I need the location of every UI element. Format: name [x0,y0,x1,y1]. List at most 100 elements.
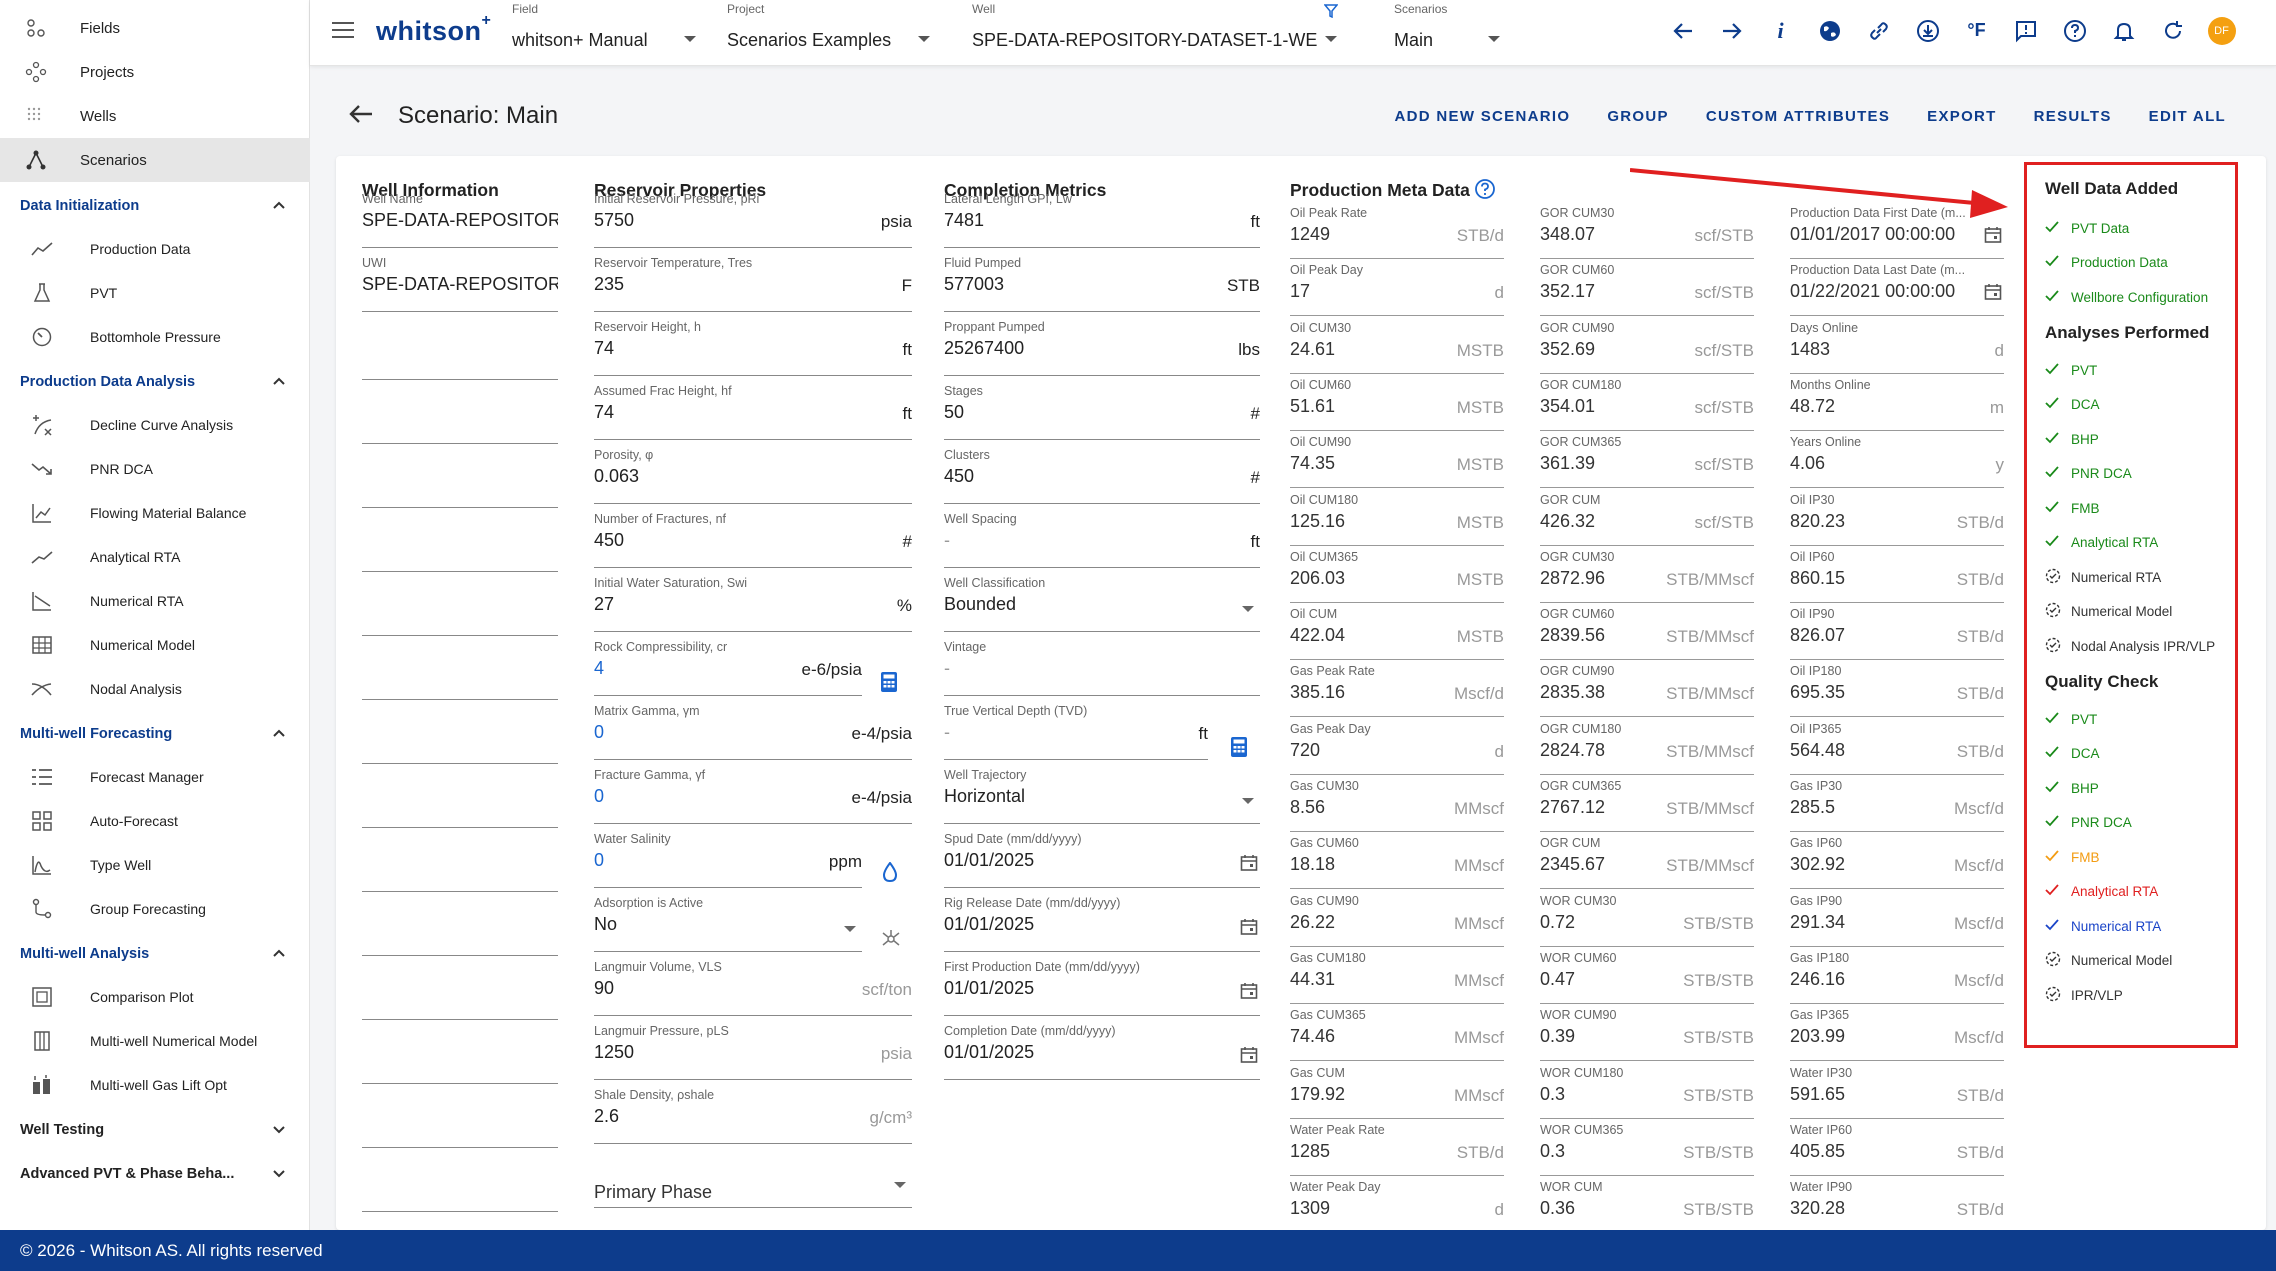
avatar[interactable]: DF [2207,16,2236,45]
meta-field[interactable]: GOR CUM365 361.39 scf/STB [1540,431,1754,489]
meta-field[interactable]: GOR CUM 426.32 scf/STB [1540,489,1754,546]
feedback-icon[interactable] [2011,16,2040,45]
meta-field[interactable]: Water IP60 405.85 STB/d [1790,1119,2004,1176]
field-sub-field[interactable] [362,574,558,636]
meta-field[interactable]: Gas CUM30 8.56 MMscf [1290,775,1504,832]
field-fluid-pumped[interactable]: Fluid Pumped 577003 STB [944,250,1260,312]
calendar-icon[interactable] [1984,283,2002,306]
meta-field[interactable]: Water Peak Rate 1285 STB/d [1290,1119,1504,1176]
meta-field[interactable]: Oil IP90 826.07 STB/d [1790,603,2004,661]
sidebar-section-production-data-analysis[interactable]: Production Data Analysis [0,362,310,402]
sidebar-item-analytical-rta[interactable]: Analytical RTA [0,535,310,579]
calculator-icon[interactable] [880,671,898,698]
meta-field[interactable]: Production Data Last Date (m... 01/22/202… [1790,259,2004,317]
meta-field[interactable]: Water IP90 320.28 STB/d [1790,1176,2004,1230]
water-drop-icon[interactable] [882,861,898,887]
meta-field[interactable]: Years Online 4.06 y [1790,431,2004,489]
sidebar-section-multi-well-forecasting[interactable]: Multi-well Forecasting [0,714,310,754]
meta-field[interactable]: Gas CUM90 26.22 MMscf [1290,890,1504,947]
field-fracture-gamma-f[interactable]: Fracture Gamma, γf 0 e-4/psia [594,762,912,824]
chevron-down-icon[interactable] [894,1182,906,1188]
meta-field[interactable]: OGR CUM30 2872.96 STB/MMscf [1540,546,1754,603]
sidebar-item-bottomhole-pressure[interactable]: Bottomhole Pressure [0,315,310,359]
field-primary-phase[interactable]: Primary Phase [594,1146,912,1208]
add-new-scenario-button[interactable]: ADD NEW SCENARIO [1395,108,1571,125]
meta-field[interactable]: Water IP30 591.65 STB/d [1790,1062,2004,1119]
meta-field[interactable]: WOR CUM180 0.3 STB/STB [1540,1062,1754,1119]
field-lateral-length-gpi-lw[interactable]: Lateral Length GPI, Lw 7481 ft [944,186,1260,248]
calendar-icon[interactable] [1984,226,2002,249]
field-assumed-frac-height-hf[interactable]: Assumed Frac Height, hf 74 ft [594,378,912,440]
meta-field[interactable]: Gas IP180 246.16 Mscf/d [1790,947,2004,1004]
field-porosity[interactable]: Porosity, φ 0.063 [594,442,912,504]
meta-field[interactable]: WOR CUM365 0.3 STB/STB [1540,1119,1754,1176]
meta-field[interactable]: WOR CUM90 0.39 STB/STB [1540,1004,1754,1062]
meta-field[interactable]: Oil IP365 564.48 STB/d [1790,718,2004,775]
sidebar-item-fields[interactable]: Fields [0,6,310,50]
field-spud-date-mm-dd-yyyy[interactable]: Spud Date (mm/dd/yyyy) 01/01/2025 [944,826,1260,888]
sidebar-item-comparison-plot[interactable]: Comparison Plot [0,975,310,1019]
sidebar-item-numerical-rta[interactable]: Numerical RTA [0,579,310,623]
sidebar-item-production-data[interactable]: Production Data [0,227,310,271]
well-name-field[interactable]: Well Name SPE-DATA-REPOSITORY-DATASET-1-W… [362,186,558,248]
meta-field[interactable]: OGR CUM365 2767.12 STB/MMscf [1540,775,1754,832]
sidebar-item-forecast-manager[interactable]: Forecast Manager [0,755,310,799]
meta-field[interactable]: Oil CUM90 74.35 MSTB [1290,431,1504,489]
uwi-field[interactable]: UWI SPE-DATA-REPOSITORY-DATASET-1-WELL-3 [362,250,558,312]
temperature-unit-icon[interactable]: °F [1962,16,1991,45]
sidebar-item-multi-well-gas-lift-opt[interactable]: Multi-well Gas Lift Opt [0,1063,310,1107]
meta-field[interactable]: Gas Peak Day 720 d [1290,718,1504,775]
logo[interactable]: whitson+ [376,12,491,47]
back-arrow-icon[interactable] [348,102,374,131]
sidebar-item-numerical-model[interactable]: Numerical Model [0,623,310,667]
scenario-select[interactable]: Scenarios Main [1394,2,1504,62]
sidebar-item-decline-curve-analysis[interactable]: Decline Curve Analysis [0,403,310,447]
meta-field[interactable]: Oil CUM365 206.03 MSTB [1290,546,1504,603]
field-bottomhole-heel-lati[interactable] [362,894,558,956]
field-number-of-fractures-nf[interactable]: Number of Fractures, nf 450 # [594,506,912,568]
meta-field[interactable]: Oil Peak Rate 1249 STB/d [1290,202,1504,259]
meta-field[interactable]: Oil CUM180 125.16 MSTB [1290,489,1504,546]
meta-field[interactable]: Oil IP180 695.35 STB/d [1790,660,2004,718]
sidebar-item-wells[interactable]: Wells [0,94,310,138]
download-icon[interactable] [1913,16,1942,45]
field-bottomhole-heel-lo[interactable] [362,958,558,1020]
field-stages[interactable]: Stages 50 # [944,378,1260,440]
export-button[interactable]: EXPORT [1927,108,1996,125]
sidebar-item-projects[interactable]: Projects [0,50,310,94]
sidebar-item-multi-well-numerical-model[interactable]: Multi-well Numerical Model [0,1019,310,1063]
menu-icon[interactable] [332,22,354,40]
field-reservoir-temperature-tres[interactable]: Reservoir Temperature, Tres 235 F [594,250,912,312]
field-process[interactable] [362,1150,558,1212]
help-icon[interactable] [1474,178,1496,205]
help-icon[interactable] [2060,16,2089,45]
field-initial-reservoir-pressure-pri[interactable]: Initial Reservoir Pressure, pRi 5750 psia [594,186,912,248]
field-rock-compressibility-cr[interactable]: Rock Compressibility, cr 4 e-6/psia [594,634,862,696]
bell-icon[interactable] [2109,16,2138,45]
meta-field[interactable]: Gas CUM365 74.46 MMscf [1290,1004,1504,1062]
calendar-icon[interactable] [1240,1046,1258,1069]
field-first-production-date-mm-dd-yyyy[interactable]: First Production Date (mm/dd/yyyy) 01/01/… [944,954,1260,1016]
meta-field[interactable]: Gas Peak Rate 385.16 Mscf/d [1290,660,1504,718]
field-langmuir-pressure-pls[interactable]: Langmuir Pressure, pLS 1250 psia [594,1018,912,1080]
molecule-icon[interactable] [880,928,902,955]
meta-field[interactable]: Gas CUM60 18.18 MMscf [1290,832,1504,890]
field-bottomhole-toe-latit[interactable] [362,1022,558,1084]
field-surface-longitude[interactable] [362,830,558,892]
meta-field[interactable]: Oil Peak Day 17 d [1290,259,1504,317]
meta-field[interactable]: Water Peak Day 1309 d [1290,1176,1504,1230]
field-langmuir-volume-vls[interactable]: Langmuir Volume, VLS 90 scf/ton [594,954,912,1016]
field-true-vertical-depth-tvd[interactable]: True Vertical Depth (TVD) - ft [944,698,1208,760]
calculator-icon[interactable] [1230,736,1248,763]
meta-field[interactable]: Oil CUM 422.04 MSTB [1290,603,1504,661]
meta-field[interactable]: GOR CUM180 354.01 scf/STB [1540,374,1754,431]
project-select[interactable]: Project Scenarios Examples [727,2,932,62]
field-well-spacing[interactable]: Well Spacing - ft [944,506,1260,568]
edit-all-button[interactable]: EDIT ALL [2149,108,2226,125]
field-well-classification[interactable]: Well Classification Bounded [944,570,1260,632]
field-initial-water-saturation-swi[interactable]: Initial Water Saturation, Swi 27% [594,570,912,632]
sidebar-item-group-forecasting[interactable]: Group Forecasting [0,887,310,931]
info-icon[interactable]: i [1766,16,1795,45]
field-select[interactable]: Field whitson+ Manual [512,2,702,62]
field-bottomhole-toe-lon[interactable] [362,1086,558,1148]
